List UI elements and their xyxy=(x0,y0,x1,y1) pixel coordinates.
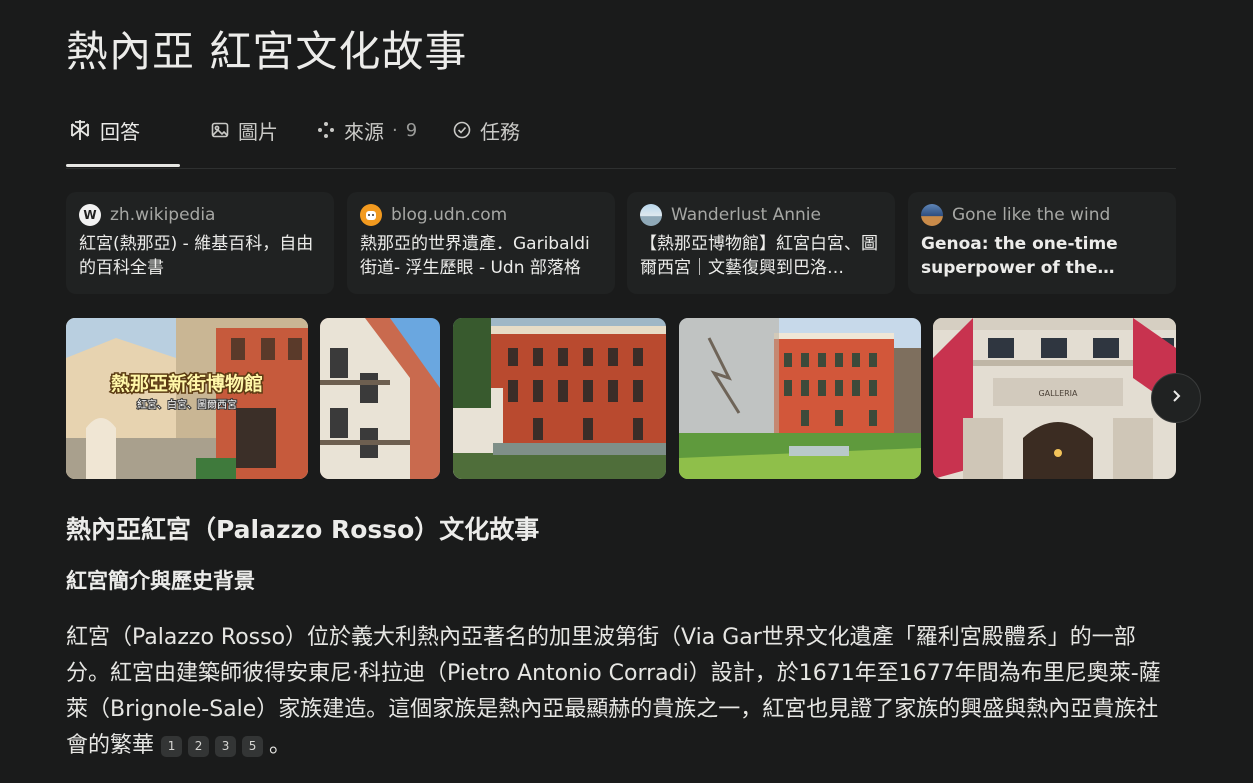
tab-images-label: 圖片 xyxy=(238,119,278,144)
source-card-wikipedia[interactable]: W zh.wikipedia 紅宮(熱那亞) - 維基百科，自由的百科全書 xyxy=(66,192,334,294)
citation-badge[interactable]: 5 xyxy=(242,736,264,757)
image-thumbnail-galleria-entrance[interactable]: GALLERIA xyxy=(933,318,1176,479)
source-site: Gone like the wind xyxy=(952,205,1111,225)
image-overlay-subtitle: 紅宮、白宮、圖爾西宮 xyxy=(137,398,237,411)
tab-tasks-label: 任務 xyxy=(480,119,520,144)
source-title: 紅宮(熱那亞) - 維基百科，自由的百科全書 xyxy=(79,234,314,278)
answer-paragraph: 紅宮（Palazzo Rosso）位於義大利熱內亞著名的加里波第街（Via Ga… xyxy=(66,620,1178,764)
image-overlay-title: 熱那亞新街博物館 xyxy=(111,372,263,395)
perplexity-icon xyxy=(68,118,92,142)
source-title: Genoa: the one-time superpower of the… xyxy=(921,234,1118,278)
citation-badge[interactable]: 3 xyxy=(215,736,237,757)
source-card-udn[interactable]: blog.udn.com 熱那亞的世界遺產．Garibaldi街道- 浮生歷眼 … xyxy=(347,192,615,294)
source-card-gone-like-the-wind[interactable]: Gone like the wind Genoa: the one-time s… xyxy=(908,192,1176,294)
source-card-wanderlust[interactable]: Wanderlust Annie 【熱那亞博物館】紅宮白宮、圖爾西宮｜文藝復興到… xyxy=(627,192,895,294)
source-site: Wanderlust Annie xyxy=(671,205,821,225)
carousel-next-button[interactable] xyxy=(1151,373,1201,423)
tab-answer-label: 回答 xyxy=(100,119,140,144)
answer-subheading: 紅宮簡介與歷史背景 xyxy=(66,569,255,593)
galleria-sign-text: GALLERIA xyxy=(1038,389,1078,398)
sources-icon xyxy=(316,120,336,140)
page-title: 熱內亞 紅宮文化故事 xyxy=(66,27,468,76)
image-carousel: 熱那亞新街博物館 紅宮、白宮、圖爾西宮 GALLERIA xyxy=(66,318,1201,479)
tab-answer[interactable]: 回答 xyxy=(68,112,140,148)
citation-badge[interactable]: 1 xyxy=(161,736,183,757)
wanderlust-favicon-icon xyxy=(640,204,662,226)
tab-images[interactable]: 圖片 xyxy=(210,112,278,148)
image-icon xyxy=(210,120,230,140)
tab-sources[interactable]: 來源 · 9 xyxy=(316,112,417,148)
source-cards: W zh.wikipedia 紅宮(熱那亞) - 維基百科，自由的百科全書 bl… xyxy=(66,192,1176,294)
wind-favicon-icon xyxy=(921,204,943,226)
sources-count-dot: · xyxy=(392,119,398,141)
tab-tasks[interactable]: 任務 xyxy=(452,112,520,148)
udn-favicon-icon xyxy=(360,204,382,226)
source-title: 熱那亞的世界遺產．Garibaldi街道- 浮生歷眼 - Udn 部落格 xyxy=(360,234,590,278)
answer-heading: 熱內亞紅宮（Palazzo Rosso）文化故事 xyxy=(66,515,540,544)
check-circle-icon xyxy=(452,120,472,140)
image-thumbnail-museum-poster[interactable]: 熱那亞新街博物館 紅宮、白宮、圖爾西宮 xyxy=(66,318,308,479)
end-punctuation: 。 xyxy=(269,733,292,758)
tab-sources-label: 來源 xyxy=(344,119,384,144)
source-title: 【熱那亞博物館】紅宮白宮、圖爾西宮｜文藝復興到巴洛… xyxy=(640,234,878,278)
source-site: blog.udn.com xyxy=(391,205,508,225)
citation-badge[interactable]: 2 xyxy=(188,736,210,757)
wikipedia-favicon-icon: W xyxy=(79,204,101,226)
image-thumbnail-balconies[interactable] xyxy=(320,318,440,479)
tab-bar: 回答 圖片 來源 · 9 任務 xyxy=(66,106,1176,169)
source-site: zh.wikipedia xyxy=(110,205,216,225)
active-tab-indicator xyxy=(66,164,180,167)
sources-count: 9 xyxy=(405,119,418,141)
image-thumbnail-palazzo-rosso-facade[interactable] xyxy=(453,318,666,479)
chevron-right-icon xyxy=(1167,387,1185,409)
image-thumbnail-palazzo-garden[interactable] xyxy=(679,318,921,479)
